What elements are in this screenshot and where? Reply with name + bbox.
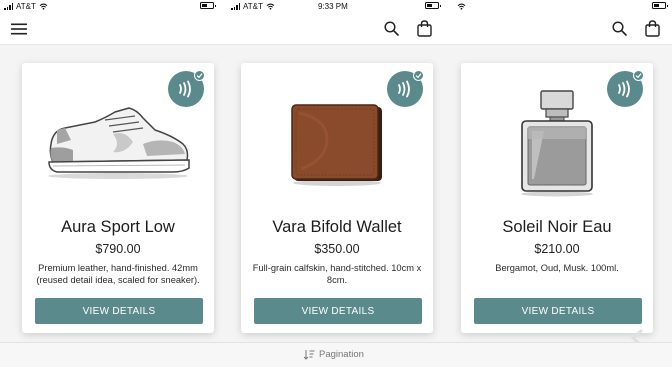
product-description: Bergamot, Oud, Musk. 100ml. (495, 263, 619, 273)
status-carrier-center: AT&T (231, 2, 275, 11)
status-time: 9:33 PM (318, 2, 348, 11)
product-title: Aura Sport Low (61, 218, 175, 236)
pagination-control[interactable]: Pagination (304, 349, 364, 360)
view-details-button[interactable]: VIEW DETAILS (474, 298, 642, 324)
checkmark-icon (194, 70, 205, 81)
search-icon[interactable] (384, 21, 399, 36)
status-carrier-left: AT&T (4, 2, 48, 11)
search-icon[interactable] (612, 21, 627, 36)
wifi-icon (266, 3, 275, 10)
product-price: $790.00 (95, 242, 141, 256)
product-description: Premium leather, hand-finished. 42mm (re… (36, 263, 200, 285)
battery-icon (425, 2, 441, 9)
view-details-button[interactable]: VIEW DETAILS (254, 298, 422, 324)
product-card-aura-sport-low[interactable]: Aura Sport Low $790.00 Premium leather, … (22, 63, 214, 333)
battery-icon (652, 2, 668, 9)
checkmark-icon (633, 70, 644, 81)
cell-signal-icon (231, 3, 240, 10)
wallet-icon (241, 85, 433, 203)
shopping-bag-icon[interactable] (645, 20, 660, 37)
nav-bar (0, 13, 672, 45)
carrier-label: AT&T (243, 2, 263, 11)
product-list: Aura Sport Low $790.00 Premium leather, … (0, 45, 672, 342)
wifi-icon (39, 3, 48, 10)
product-description: Full-grain calfskin, hand-stitched. 10cm… (252, 263, 422, 285)
product-price: $210.00 (534, 242, 580, 256)
view-details-button[interactable]: VIEW DETAILS (35, 298, 203, 324)
product-card-vara-bifold-wallet[interactable]: Vara Bifold Wallet $350.00 Full-grain ca… (241, 63, 433, 333)
product-card-soleil-noir-eau[interactable]: Soleil Noir Eau $210.00 Bergamot, Oud, M… (461, 63, 653, 333)
status-bar: AT&T AT&T 9:33 PM (0, 0, 672, 13)
checkmark-icon (413, 70, 424, 81)
shopping-bag-icon[interactable] (417, 20, 432, 37)
sort-list-icon (304, 350, 315, 360)
product-title: Vara Bifold Wallet (272, 218, 402, 236)
wifi-icon (457, 3, 466, 10)
sneaker-icon (22, 85, 214, 203)
product-price: $350.00 (314, 242, 360, 256)
cell-signal-icon (4, 3, 13, 10)
carrier-label: AT&T (16, 2, 36, 11)
perfume-bottle-icon (461, 85, 653, 203)
pagination-label: Pagination (319, 349, 364, 360)
hamburger-menu-icon[interactable] (11, 23, 27, 35)
product-title: Soleil Noir Eau (502, 218, 612, 236)
footer-bar: Pagination (0, 342, 672, 367)
battery-icon (200, 2, 216, 9)
